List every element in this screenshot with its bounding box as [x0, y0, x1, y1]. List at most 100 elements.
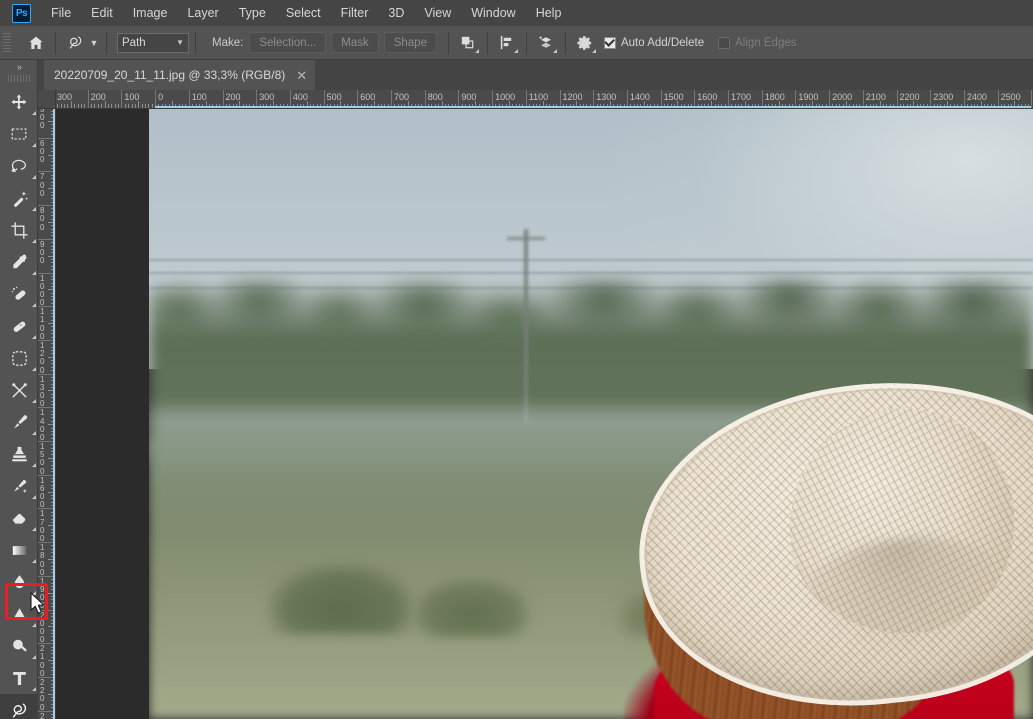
photo-power-line	[149, 259, 1033, 261]
separator	[195, 31, 196, 54]
tool-object-selection[interactable]	[0, 342, 38, 374]
photo-power-line	[149, 272, 1033, 274]
make-selection-button[interactable]: Selection...	[249, 32, 327, 53]
menu-filter[interactable]: Filter	[331, 2, 379, 24]
ruler-label: 2 2 0 0	[40, 677, 45, 712]
menu-image[interactable]: Image	[123, 2, 178, 24]
ruler-label: 800	[427, 92, 443, 102]
flyout-triangle-icon	[32, 431, 36, 435]
tools-panel: »	[0, 60, 38, 719]
menu-edit[interactable]: Edit	[81, 2, 123, 24]
ruler-label: 100	[124, 92, 140, 102]
path-alignment-icon[interactable]	[494, 30, 520, 56]
ruler-label: 2 3 0 0	[40, 711, 45, 719]
ruler-label: 0	[158, 92, 164, 102]
auto-add-delete-checkbox[interactable]: Auto Add/Delete	[603, 36, 704, 49]
tool-history-brush[interactable]	[0, 470, 38, 502]
ruler-label: 300	[57, 92, 73, 102]
ruler-label: 7 0 0	[40, 172, 45, 198]
tool-lasso[interactable]	[0, 150, 38, 182]
document-tab[interactable]: 20220709_20_11_11.jpg @ 33,3% (RGB/8) ✕	[44, 60, 316, 90]
tool-patch[interactable]	[0, 310, 38, 342]
separator	[447, 31, 449, 54]
flyout-triangle-icon	[32, 303, 36, 307]
ruler-tick	[138, 101, 140, 108]
double-chevron-right-icon[interactable]: »	[0, 60, 38, 74]
flyout-triangle-icon	[32, 559, 36, 563]
ruler-label: 1 4 0 0	[40, 408, 45, 442]
tool-gradient[interactable]	[0, 534, 38, 566]
tool-rectangular-marquee[interactable]	[0, 118, 38, 150]
make-mask-button[interactable]: Mask	[331, 32, 379, 53]
flyout-triangle-icon	[32, 239, 36, 243]
pen-tool-icon[interactable]	[62, 30, 88, 56]
options-bar-grip[interactable]	[3, 32, 11, 53]
path-operations-icon[interactable]	[455, 30, 481, 56]
ruler-label: 1300	[596, 92, 617, 102]
separator	[55, 31, 56, 54]
ruler-tick	[121, 90, 123, 108]
tool-mode-select[interactable]: Path ▼	[117, 32, 189, 53]
ruler-label: 2100	[865, 92, 886, 102]
flyout-triangle-icon	[32, 591, 36, 595]
menu-3d[interactable]: 3D	[378, 2, 414, 24]
flyout-triangle-icon	[32, 687, 36, 691]
ruler-label: 1700	[731, 92, 752, 102]
menu-help[interactable]: Help	[526, 2, 572, 24]
tool-eraser[interactable]	[0, 502, 38, 534]
tool-dodge[interactable]	[0, 598, 38, 630]
flyout-triangle-icon	[32, 495, 36, 499]
document-image[interactable]	[149, 109, 1033, 719]
ruler-image-extent	[53, 109, 55, 719]
photo-bush	[269, 564, 414, 634]
tool-type[interactable]	[0, 662, 38, 694]
home-icon[interactable]	[23, 30, 49, 56]
separator	[106, 31, 107, 54]
flyout-triangle-icon	[32, 623, 36, 627]
tool-stamp[interactable]	[0, 438, 38, 470]
ruler-label: 2300	[933, 92, 954, 102]
tool-pen[interactable]	[0, 694, 38, 719]
tool-clone-stamp[interactable]	[0, 374, 38, 406]
path-arrangement-icon[interactable]	[533, 30, 559, 56]
flyout-triangle-icon	[32, 207, 36, 211]
menu-file[interactable]: File	[41, 2, 81, 24]
menu-layer[interactable]: Layer	[177, 2, 228, 24]
menu-window[interactable]: Window	[461, 2, 525, 24]
horizontal-ruler[interactable]: 300 200 100 0 100 200 300 400 500 600 700 800 900 100…	[56, 90, 1033, 109]
menu-select[interactable]: Select	[276, 2, 331, 24]
tool-crop[interactable]	[0, 214, 38, 246]
tool-brush[interactable]	[0, 406, 38, 438]
menu-view[interactable]: View	[414, 2, 461, 24]
ruler-label: 200	[225, 92, 241, 102]
align-edges-checkbox: Align Edges	[718, 36, 797, 49]
ruler-label: 2 1 0 0	[40, 644, 45, 678]
canvas-area[interactable]	[56, 109, 1033, 719]
flyout-triangle-icon	[32, 111, 36, 115]
ruler-label: 500	[326, 92, 342, 102]
tool-preset-chevron-down-icon[interactable]: ▼	[88, 30, 100, 56]
tool-move[interactable]	[0, 86, 38, 118]
tool-magic-wand[interactable]	[0, 182, 38, 214]
flyout-triangle-icon	[32, 367, 36, 371]
menu-type[interactable]: Type	[229, 2, 276, 24]
vertical-ruler[interactable]: 5 0 06 0 07 0 08 0 09 0 01 0 0 01 1 0 01…	[38, 109, 56, 719]
document-tab-title: 20220709_20_11_11.jpg @ 33,3% (RGB/8)	[54, 68, 286, 82]
ruler-corner[interactable]	[38, 90, 56, 109]
align-edges-label: Align Edges	[735, 36, 797, 49]
ruler-label: 2500	[1000, 92, 1021, 102]
flyout-triangle-icon	[32, 175, 36, 179]
tool-blur[interactable]	[0, 566, 38, 598]
tool-eyedropper[interactable]	[0, 246, 38, 278]
tool-mode-value: Path	[122, 36, 146, 49]
flyout-triangle-icon	[32, 271, 36, 275]
ruler-label: 9 0 0	[40, 239, 45, 266]
gear-icon[interactable]	[572, 30, 598, 56]
close-icon[interactable]: ✕	[296, 69, 307, 82]
ruler-label: 1 9 0 0	[40, 576, 45, 611]
ruler-label: 1000	[495, 92, 516, 102]
make-shape-button[interactable]: Shape	[383, 32, 437, 53]
tools-panel-grip[interactable]	[7, 75, 30, 82]
tool-spot-healing-brush[interactable]	[0, 278, 38, 310]
tool-burn[interactable]	[0, 630, 38, 662]
